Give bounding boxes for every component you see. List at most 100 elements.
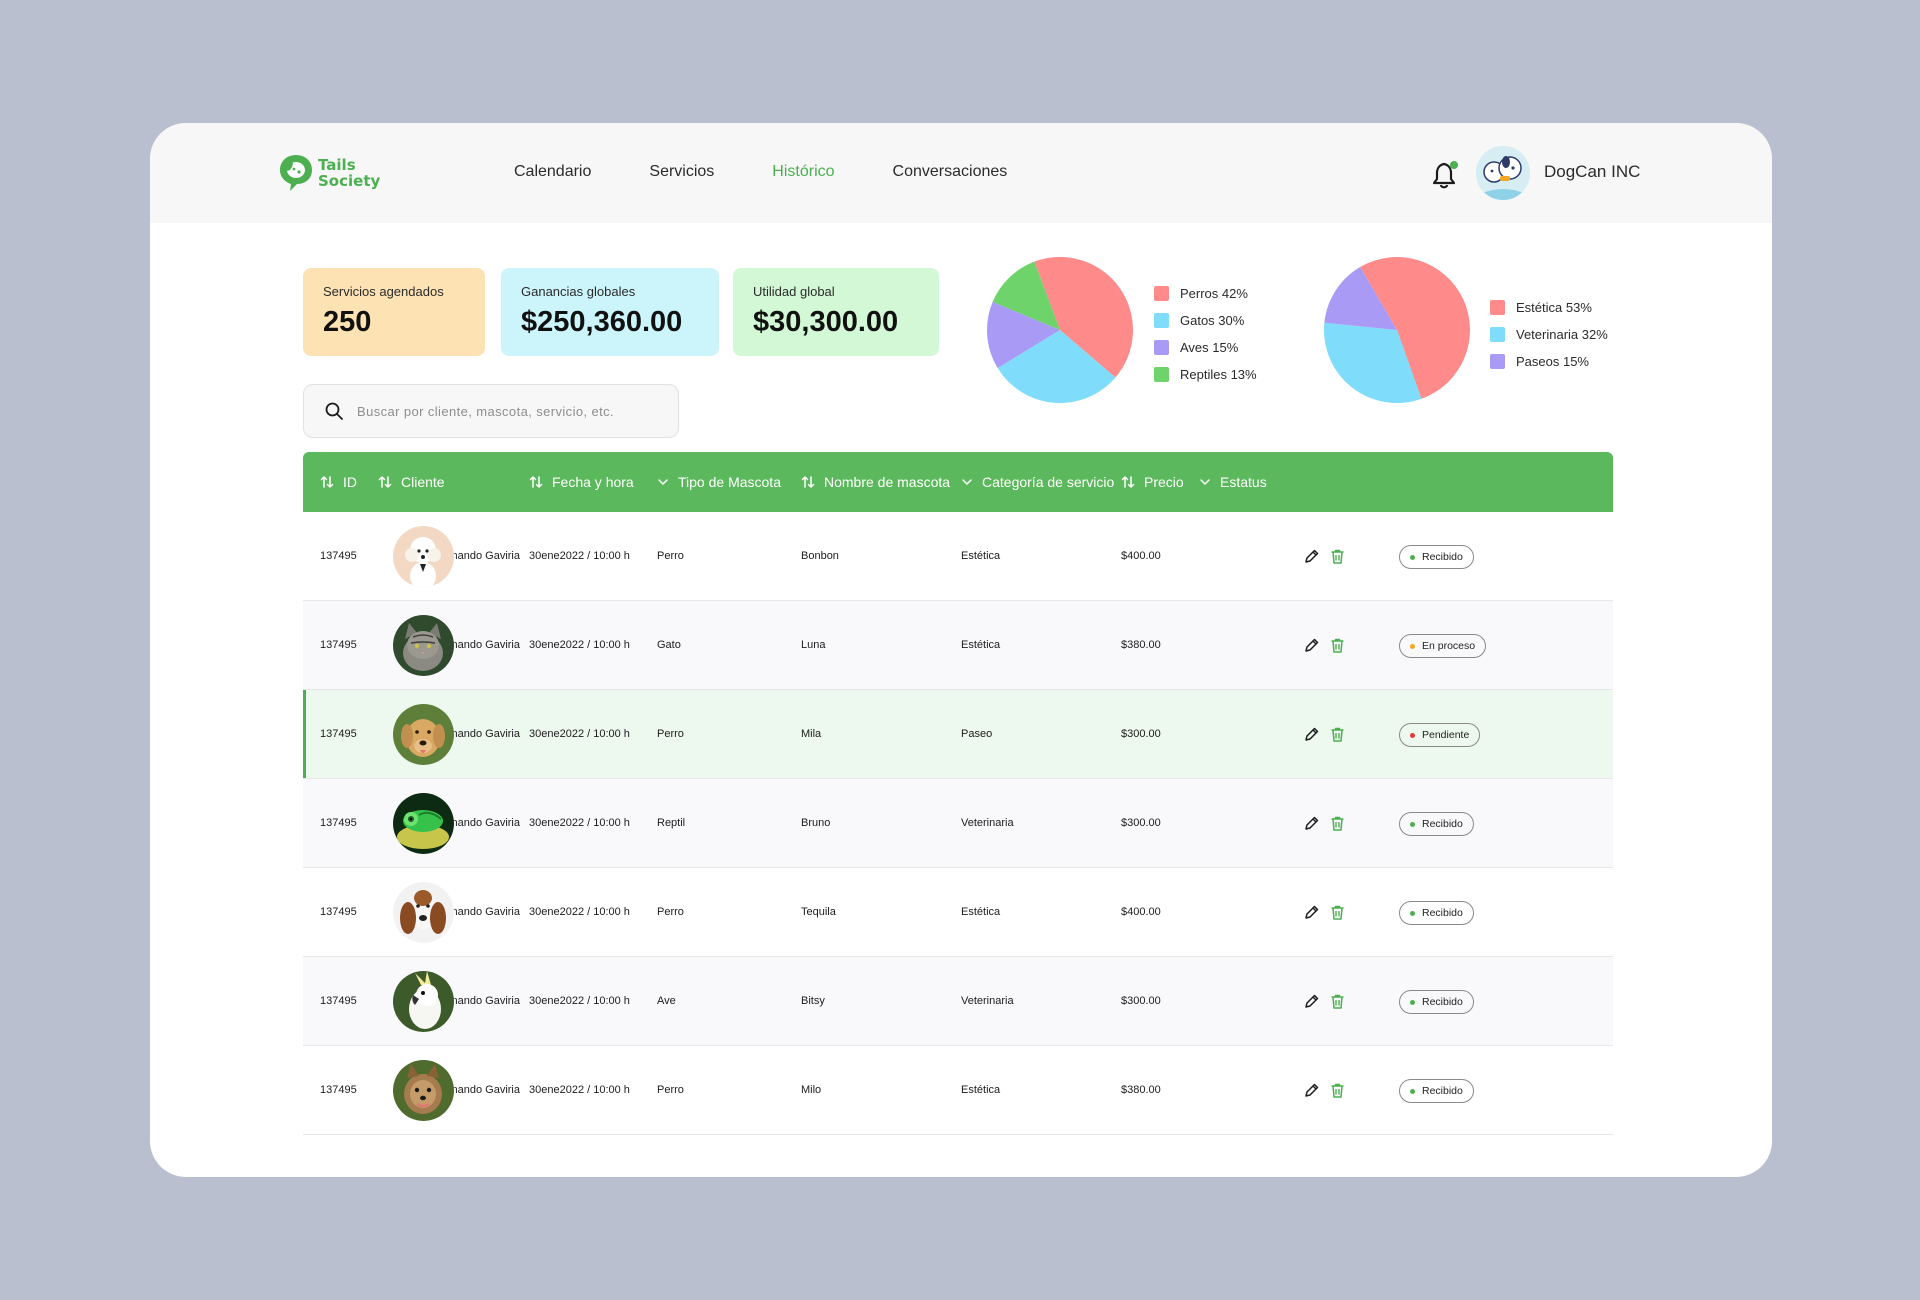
stat-label: Ganancias globales [521, 284, 636, 299]
cell-price: $300.00 [1121, 817, 1161, 829]
legend-swatch [1154, 367, 1169, 382]
dog-bubble-logo-icon [280, 155, 312, 191]
cell-price: $380.00 [1121, 639, 1161, 651]
header-col-tipo[interactable]: Tipo de Mascota [657, 452, 781, 512]
header-label: Estatus [1220, 474, 1267, 490]
service-category-pie-chart [1324, 256, 1470, 403]
cell-pet-type: Perro [657, 550, 684, 562]
cell-pet-name: Tequila [801, 906, 836, 918]
status-label: Recibido [1422, 996, 1463, 1008]
legend-item: Estética 53% [1490, 294, 1608, 321]
table-row[interactable]: 137495 Fernando Gaviria 30ene2022 / 10:00 … [303, 868, 1613, 957]
cell-id: 137495 [320, 1084, 357, 1096]
table-row[interactable]: 137495 Fernando Gaviria 30ene2022 / 10:00 … [303, 601, 1613, 690]
status-dot [1410, 643, 1415, 649]
cell-date: 30ene2022 / 10:00 h [529, 817, 630, 829]
stat-utilidad-global: Utilidad global $30,300.00 [733, 268, 939, 356]
header-col-precio[interactable]: Precio [1121, 452, 1184, 512]
cell-pet-type: Gato [657, 639, 681, 651]
delete-trash-icon[interactable] [1329, 726, 1346, 743]
edit-pencil-icon[interactable] [1303, 904, 1320, 921]
stat-label: Servicios agendados [323, 284, 444, 299]
delete-trash-icon[interactable] [1329, 993, 1346, 1010]
sort-icon [320, 476, 334, 488]
status-label: Recibido [1422, 1085, 1463, 1097]
header-col-cliente[interactable]: Cliente [378, 452, 445, 512]
stat-label: Utilidad global [753, 284, 835, 299]
cell-price: $400.00 [1121, 550, 1161, 562]
delete-trash-icon[interactable] [1329, 548, 1346, 565]
header-label: Precio [1144, 474, 1184, 490]
header-label: Cliente [401, 474, 445, 490]
legend-swatch [1154, 286, 1169, 301]
delete-trash-icon[interactable] [1329, 904, 1346, 921]
status-badge[interactable]: Recibido [1399, 545, 1474, 569]
legend-item: Reptiles 13% [1154, 361, 1257, 388]
status-badge[interactable]: Recibido [1399, 990, 1474, 1014]
nav-conversaciones[interactable]: Conversaciones [893, 163, 1008, 181]
status-dot [1410, 1088, 1415, 1094]
history-table: ID Cliente Fecha y hora Tipo de Mascota Nomb… [303, 452, 1613, 1135]
header-col-nombre[interactable]: Nombre de mascota [801, 452, 950, 512]
legend-swatch [1154, 340, 1169, 355]
table-body: 137495 Fernando Gaviria 30ene2022 / 10:00 … [303, 512, 1613, 1135]
user-avatar[interactable] [1476, 146, 1530, 200]
header-label: Fecha y hora [552, 474, 634, 490]
cell-category: Estética [961, 639, 1001, 651]
status-badge[interactable]: Recibido [1399, 1079, 1474, 1103]
header-col-categoria[interactable]: Categoría de servicio [961, 452, 1114, 512]
main-nav: Calendario Servicios Histórico Conversac… [514, 163, 1065, 181]
sort-icon [801, 476, 815, 488]
brand-line-2: Society [318, 172, 381, 190]
user-name[interactable]: DogCan INC [1544, 162, 1640, 182]
status-dot [1410, 910, 1415, 916]
cell-id: 137495 [320, 728, 357, 740]
table-row[interactable]: 137495 Fernando Gaviria 30ene2022 / 10:00 … [303, 690, 1613, 779]
edit-pencil-icon[interactable] [1303, 548, 1320, 565]
cell-category: Estética [961, 550, 1001, 562]
delete-trash-icon[interactable] [1329, 815, 1346, 832]
cockatoo-photo [393, 971, 454, 1032]
legend-swatch [1490, 354, 1505, 369]
edit-pencil-icon[interactable] [1303, 726, 1320, 743]
edit-pencil-icon[interactable] [1303, 993, 1320, 1010]
search-input[interactable] [357, 403, 677, 419]
delete-trash-icon[interactable] [1329, 637, 1346, 654]
edit-pencil-icon[interactable] [1303, 637, 1320, 654]
cell-id: 137495 [320, 995, 357, 1007]
header-col-id[interactable]: ID [320, 452, 357, 512]
stat-value: $30,300.00 [753, 306, 899, 338]
dashboard-card: Tails Society Calendario Servicios Histó… [150, 123, 1772, 1177]
edit-pencil-icon[interactable] [1303, 815, 1320, 832]
service-category-legend: Estética 53% Veterinaria 32% Paseos 15% [1490, 294, 1608, 375]
edit-pencil-icon[interactable] [1303, 1082, 1320, 1099]
chameleon-photo [393, 793, 454, 854]
sort-icon [529, 476, 543, 488]
cell-id: 137495 [320, 906, 357, 918]
table-row[interactable]: 137495 Fernando Gaviria 30ene2022 / 10:00 … [303, 512, 1613, 601]
delete-trash-icon[interactable] [1329, 1082, 1346, 1099]
header-label: Categoría de servicio [982, 474, 1115, 490]
table-row[interactable]: 137495 Fernando Gaviria 30ene2022 / 10:00 … [303, 957, 1613, 1046]
cell-pet-type: Reptil [657, 817, 686, 829]
nav-historico[interactable]: Histórico [772, 163, 834, 181]
search-bar[interactable] [303, 384, 679, 438]
table-row[interactable]: 137495 Fernando Gaviria 30ene2022 / 10:00 … [303, 779, 1613, 868]
status-badge[interactable]: Recibido [1399, 812, 1474, 836]
bell-icon[interactable] [1432, 160, 1460, 190]
sort-icon [1121, 476, 1135, 488]
poodle-photo [393, 526, 454, 587]
status-badge[interactable]: Pendiente [1399, 723, 1481, 747]
status-badge[interactable]: Recibido [1399, 901, 1474, 925]
nav-servicios[interactable]: Servicios [649, 163, 714, 181]
legend-item: Paseos 15% [1490, 348, 1608, 375]
table-row[interactable]: 137495 Fernando Gaviria 30ene2022 / 10:00 … [303, 1046, 1613, 1135]
notification-dot [1450, 161, 1458, 169]
header-col-estatus[interactable]: Estatus [1199, 452, 1267, 512]
status-badge[interactable]: En proceso [1399, 634, 1487, 658]
nav-calendario[interactable]: Calendario [514, 163, 591, 181]
cat-photo [393, 615, 454, 676]
logo[interactable]: Tails Society [278, 153, 380, 193]
header-col-fecha[interactable]: Fecha y hora [529, 452, 634, 512]
chevron-down-icon [658, 479, 668, 485]
